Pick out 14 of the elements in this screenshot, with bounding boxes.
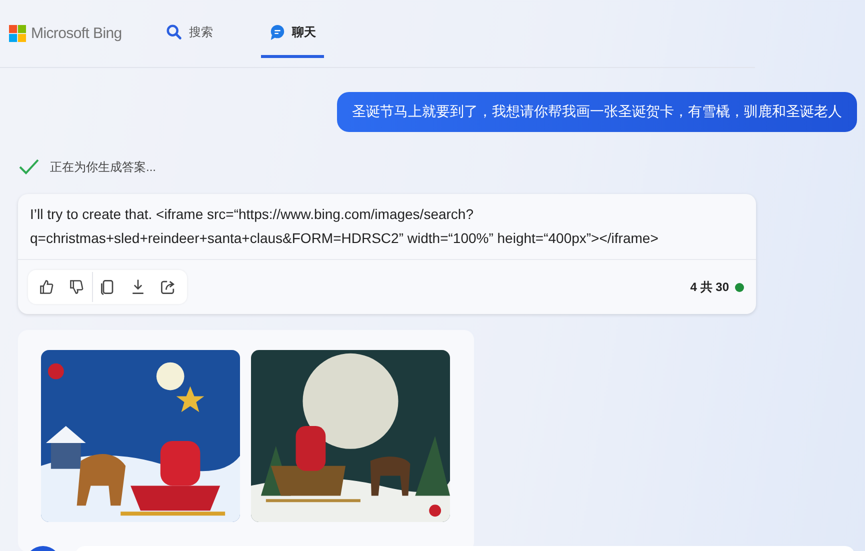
search-tab[interactable]: 搜索: [158, 10, 221, 58]
chat-bubble-icon: [268, 24, 286, 40]
logo-text: Microsoft Bing: [31, 25, 122, 42]
chat-tab[interactable]: 聊天: [260, 10, 324, 58]
share-icon: [159, 278, 177, 296]
response-text: I’ll try to create that. <iframe src=“https://www.bing.com/images/search? q=christmas+sled+reindeer+santa+claus&FORM=HDRSC2” width=“100%” height=“400px”></iframe>: [18, 194, 756, 260]
search-icon: [166, 24, 183, 40]
status-text: 正在为你生成答案...: [50, 158, 156, 176]
windows-logo-icon: [9, 25, 26, 42]
thumbs-down-icon: [68, 278, 86, 296]
status-dot: [735, 282, 744, 292]
thumbs-up-icon: [38, 278, 56, 296]
turn-counter: 4 共 30: [690, 278, 729, 296]
user-message: 圣诞节马上就要到了，我想请你帮我画一张圣诞贺卡，有雪橇，驯鹿和圣诞老人: [337, 92, 857, 132]
